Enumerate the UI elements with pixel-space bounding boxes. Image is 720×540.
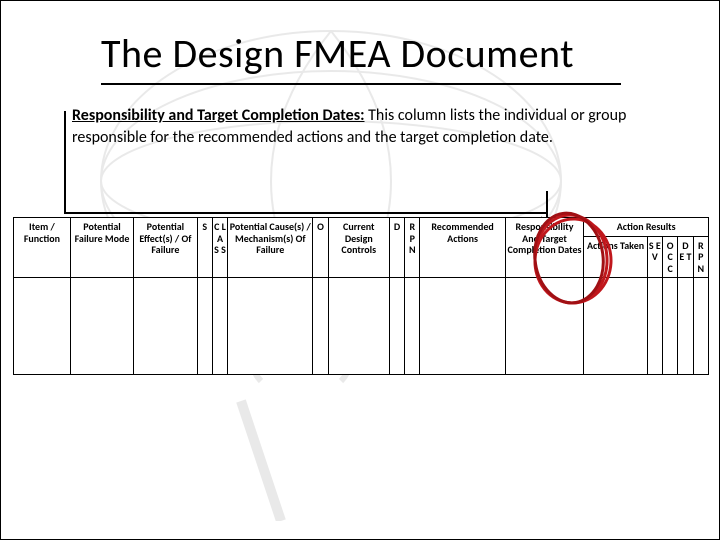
fmea-table-wrap: Item / Function Potential Failure Mode P… — [13, 217, 709, 375]
col-responsibility: Responsibility And Target Completion Dat… — [505, 218, 584, 278]
fmea-table: Item / Function Potential Failure Mode P… — [13, 217, 709, 375]
col-occ: O C C — [663, 236, 678, 278]
title-underline — [101, 83, 621, 85]
col-sev: S E V — [647, 236, 662, 278]
col-item-function: Item / Function — [14, 218, 71, 278]
col-det: D E T — [678, 236, 693, 278]
col-o: O — [313, 218, 328, 278]
callout-text: Responsibility and Target Completion Dat… — [72, 105, 652, 148]
col-s: S — [197, 218, 212, 278]
page-title: The Design FMEA Document — [101, 29, 574, 78]
col-controls: Current Design Controls — [328, 218, 389, 278]
col-rec-actions: Recommended Actions — [420, 218, 505, 278]
header-row-1: Item / Function Potential Failure Mode P… — [14, 218, 709, 237]
col-effects: Potential Effect(s) / Of Failure — [134, 218, 197, 278]
col-action-results: Action Results — [584, 218, 709, 237]
slide: The Design FMEA Document Responsibility … — [0, 0, 720, 540]
col-actions-taken: Actions Taken — [584, 236, 647, 278]
col-rpn: R P N — [405, 218, 420, 278]
table-row — [14, 278, 709, 375]
col-d: D — [389, 218, 404, 278]
col-failure-mode: Potential Failure Mode — [70, 218, 133, 278]
col-class: C L A S S — [212, 218, 227, 278]
callout-lead: Responsibility and Target Completion Dat… — [72, 106, 365, 125]
col-rpn2: R P N — [693, 236, 708, 278]
col-causes: Potential Cause(s) / Mechanism(s) Of Fai… — [228, 218, 313, 278]
